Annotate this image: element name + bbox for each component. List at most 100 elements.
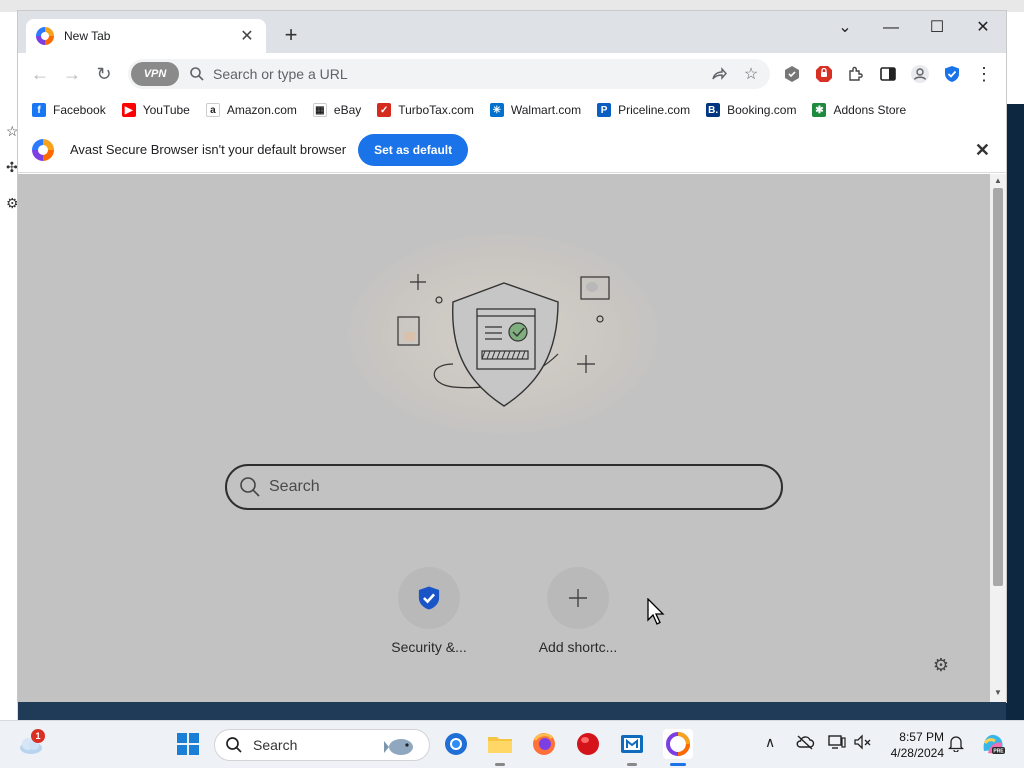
newtab-search-box[interactable]: Search	[225, 464, 783, 510]
clock-date: 4/28/2024	[890, 746, 944, 760]
weather-notification-badge: 1	[31, 729, 45, 743]
scroll-up-arrow-icon[interactable]: ▲	[993, 176, 1003, 185]
avast-logo-icon	[32, 138, 54, 161]
browser-window: New Tab ✕ + ⌄ — ☐ ✕ ← → ↻ VPN Search or …	[18, 11, 1006, 702]
tab-title: New Tab	[64, 29, 111, 43]
search-highlight-fish-icon	[384, 739, 413, 755]
vpn-button[interactable]: VPN	[131, 62, 179, 86]
tab-strip: New Tab ✕ + ⌄ — ☐ ✕	[18, 11, 1006, 53]
windows-start-icon[interactable]	[175, 731, 201, 757]
avast-browser-icon	[36, 27, 54, 45]
maximize-button[interactable]: ☐	[914, 15, 960, 41]
shortcut-icon-circle	[547, 567, 609, 629]
privacy-guard-icon[interactable]	[782, 64, 802, 84]
newtab-search-placeholder: Search	[269, 478, 320, 495]
forward-button[interactable]: →	[60, 62, 84, 86]
shortcut-label: Security &...	[391, 639, 467, 655]
priceline-icon: P	[597, 103, 612, 117]
youtube-icon: ▶	[121, 103, 136, 117]
bookmark-label: YouTube	[142, 103, 190, 117]
bookmark-walmart[interactable]: ✳ Walmart.com	[489, 103, 582, 117]
tab-search-button[interactable]: ⌄	[822, 15, 868, 41]
bookmark-amazon[interactable]: a Amazon.com	[205, 103, 297, 117]
bookmark-label: TurboTax.com	[398, 103, 474, 117]
taskbar-search[interactable]: Search	[214, 729, 430, 761]
default-browser-infobar: Avast Secure Browser isn't your default …	[18, 127, 1006, 173]
browser-blue-icon[interactable]	[443, 731, 469, 757]
svg-text:PRE: PRE	[993, 749, 1004, 755]
taskbar-clock[interactable]: 8:57 PM 4/28/2024	[880, 729, 944, 761]
bookmark-turbotax[interactable]: ✓ TurboTax.com	[377, 103, 474, 117]
mouse-cursor-icon	[647, 598, 665, 625]
close-tab-button[interactable]: ✕	[238, 26, 256, 46]
adblock-icon[interactable]	[814, 64, 834, 84]
avast-browser-taskbar-icon[interactable]	[663, 729, 693, 759]
shortcut-security[interactable]: Security &...	[379, 567, 479, 655]
ebay-icon: ▦	[312, 103, 327, 117]
bookmark-label: Amazon.com	[226, 103, 297, 117]
infobar-close-button[interactable]: ✕	[975, 140, 990, 161]
bookmark-booking[interactable]: B. Booking.com	[706, 103, 796, 117]
address-bar-placeholder: Search or type a URL	[213, 66, 348, 82]
infobar-message: Avast Secure Browser isn't your default …	[70, 142, 347, 157]
shortcut-add[interactable]: Add shortc...	[528, 567, 628, 655]
extensions-puzzle-icon[interactable]	[846, 64, 866, 84]
shortcut-icon-circle	[398, 567, 460, 629]
search-icon	[226, 737, 242, 753]
network-icon[interactable]	[827, 734, 847, 753]
running-indicator	[495, 763, 505, 766]
notifications-bell-icon[interactable]	[947, 734, 965, 755]
clock-time: 8:57 PM	[899, 730, 944, 744]
bookmark-label: Booking.com	[727, 103, 797, 117]
red-app-icon[interactable]	[575, 731, 601, 757]
taskbar-search-label: Search	[253, 737, 298, 753]
address-bar[interactable]: VPN Search or type a URL ☆	[128, 59, 770, 89]
profile-avatar-icon[interactable]	[910, 64, 930, 84]
toolbar: ← → ↻ VPN Search or type a URL ☆ ⋮	[18, 53, 1006, 95]
background-window-sidebar: ☆ ✣ ⚙	[0, 104, 19, 720]
close-window-button[interactable]: ✕	[960, 15, 1006, 41]
onedrive-offline-icon[interactable]	[795, 734, 815, 753]
security-shield-icon[interactable]	[942, 64, 962, 84]
minimize-button[interactable]: —	[868, 15, 914, 41]
bookmark-label: Walmart.com	[510, 103, 582, 117]
plus-icon	[569, 589, 587, 607]
addons-store-icon: ✱	[812, 103, 827, 117]
tab-new-tab[interactable]: New Tab ✕	[26, 19, 266, 53]
search-icon	[240, 477, 260, 497]
bookmark-priceline[interactable]: P Priceline.com	[597, 103, 690, 117]
bookmark-facebook[interactable]: f Facebook	[32, 103, 106, 117]
bookmark-label: Addons Store	[833, 103, 907, 117]
bookmark-youtube[interactable]: ▶ YouTube	[121, 103, 190, 117]
scroll-thumb[interactable]	[993, 188, 1003, 586]
file-explorer-icon[interactable]	[487, 731, 513, 757]
set-as-default-button[interactable]: Set as default	[358, 133, 469, 166]
copilot-pre-icon[interactable]: PRE	[980, 731, 1006, 757]
remote-app-icon[interactable]	[619, 731, 645, 757]
page-scrollbar[interactable]: ▲ ▼	[990, 174, 1006, 702]
back-button[interactable]: ←	[28, 62, 52, 86]
security-illustration	[397, 274, 610, 407]
security-shield-icon	[418, 586, 440, 610]
menu-button[interactable]: ⋮	[972, 62, 996, 86]
side-panel-icon[interactable]	[878, 64, 898, 84]
reload-button[interactable]: ↻	[92, 62, 116, 86]
scroll-down-arrow-icon[interactable]: ▼	[993, 688, 1003, 697]
tray-overflow-chevron[interactable]: ∧	[765, 734, 775, 751]
customize-settings-icon[interactable]: ⚙	[930, 654, 952, 676]
booking-icon: B.	[706, 103, 721, 117]
bookmark-ebay[interactable]: ▦ eBay	[312, 103, 362, 117]
firefox-icon[interactable]	[531, 731, 557, 757]
amazon-icon: a	[205, 103, 220, 117]
new-tab-page: Search Security &... Add shortc... ⚙ ▲ ▼	[18, 174, 1006, 702]
bookmark-addons-store[interactable]: ✱ Addons Store	[812, 103, 906, 117]
desktop-background	[18, 702, 1006, 720]
share-icon[interactable]	[706, 61, 732, 87]
bookmark-label: eBay	[333, 103, 362, 117]
desktop-strip	[1006, 104, 1024, 720]
search-icon	[190, 67, 204, 81]
bookmark-star-icon[interactable]: ☆	[738, 61, 764, 87]
new-tab-button[interactable]: +	[278, 23, 304, 49]
bookmarks-bar: f Facebook ▶ YouTube a Amazon.com ▦ eBay ✓ TurboT…	[18, 95, 1006, 125]
volume-muted-icon[interactable]	[853, 734, 873, 753]
